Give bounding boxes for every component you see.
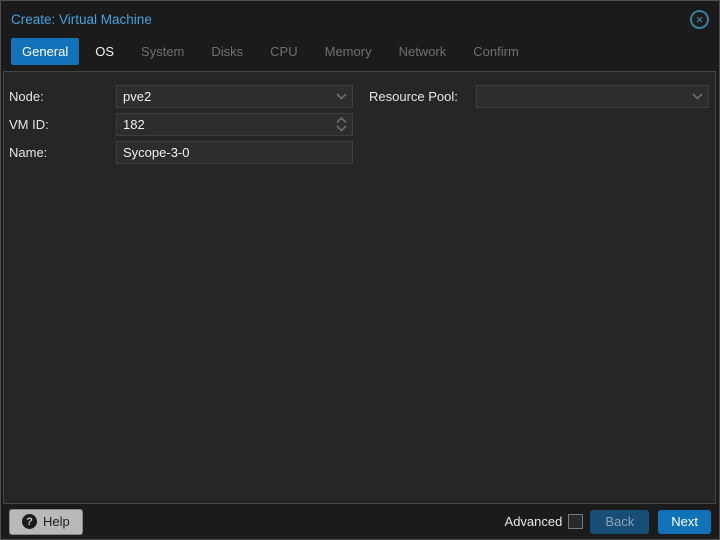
- chevron-down-icon[interactable]: [686, 86, 708, 107]
- advanced-label: Advanced: [504, 514, 563, 529]
- form-row-3: Name:: [9, 141, 715, 164]
- tab-os[interactable]: OS: [84, 38, 125, 65]
- tab-general[interactable]: General: [11, 37, 80, 65]
- resource-pool-input[interactable]: [477, 89, 686, 104]
- dialog-title: Create: Virtual Machine: [11, 11, 152, 27]
- node-label: Node:: [9, 89, 44, 104]
- general-form: Node: Resource Pool:: [4, 72, 715, 164]
- help-question-icon: ?: [22, 514, 37, 529]
- chevron-down-icon[interactable]: [330, 86, 352, 107]
- resource-pool-label: Resource Pool:: [369, 89, 458, 104]
- vmid-spinner-field: [116, 113, 353, 136]
- node-field-group: Node:: [9, 85, 353, 108]
- tab-network: Network: [398, 43, 447, 59]
- form-row-1: Node: Resource Pool:: [9, 85, 715, 108]
- name-input[interactable]: [117, 145, 352, 160]
- name-text-field: [116, 141, 353, 164]
- vmid-field-group: VM ID:: [9, 113, 353, 136]
- name-field-group: Name:: [9, 141, 353, 164]
- vmid-label: VM ID:: [9, 117, 49, 132]
- dialog-titlebar: Create: Virtual Machine ×: [1, 1, 719, 37]
- close-icon[interactable]: ×: [690, 9, 709, 29]
- node-input[interactable]: [117, 89, 330, 104]
- wizard-tabs: General OS System Disks CPU Memory Netwo…: [1, 37, 719, 71]
- spinner-up-down-icon[interactable]: [330, 114, 352, 135]
- node-combo: [116, 85, 353, 108]
- help-button[interactable]: ? Help: [9, 508, 83, 535]
- create-vm-dialog: Create: Virtual Machine × General OS Sys…: [0, 0, 720, 540]
- next-button[interactable]: Next: [658, 509, 711, 534]
- tab-memory: Memory: [324, 43, 372, 59]
- tab-system: System: [141, 43, 185, 59]
- resource-pool-combo: [476, 85, 709, 108]
- name-label: Name:: [9, 145, 48, 160]
- tab-confirm: Confirm: [473, 43, 519, 59]
- dialog-footer: ? Help Advanced Back Next: [1, 504, 719, 539]
- pool-field-group: Resource Pool:: [369, 85, 709, 108]
- tab-disks: Disks: [211, 43, 244, 59]
- general-tab-panel: Node: Resource Pool:: [3, 71, 716, 504]
- advanced-checkbox[interactable]: [568, 514, 584, 529]
- help-button-label: Help: [43, 514, 70, 529]
- vmid-input[interactable]: [117, 117, 330, 132]
- tab-cpu: CPU: [270, 43, 298, 59]
- back-button: Back: [590, 509, 650, 534]
- form-row-2: VM ID:: [9, 113, 715, 136]
